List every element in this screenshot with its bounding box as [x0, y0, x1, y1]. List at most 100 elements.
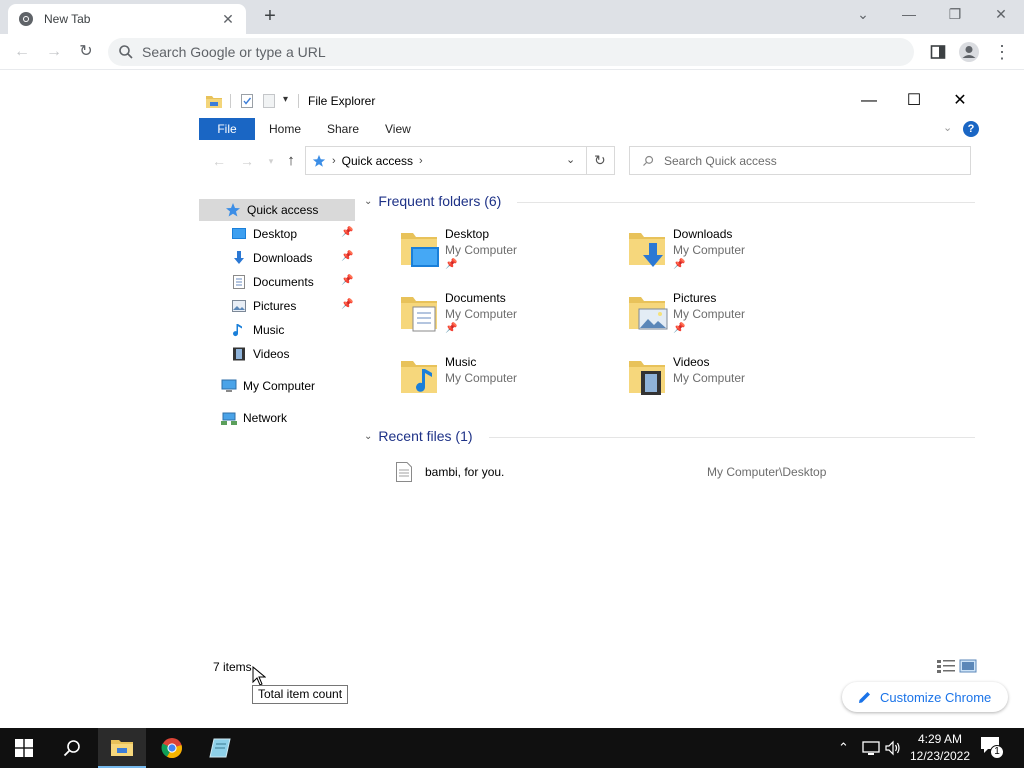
kebab-menu-icon[interactable]: ⋮: [990, 40, 1014, 64]
section-divider: [489, 437, 975, 438]
nav-label: Network: [243, 411, 288, 425]
reload-icon[interactable]: ↻: [74, 40, 98, 64]
show-hidden-icons[interactable]: ⌃: [838, 728, 849, 768]
nav-item-quick-access[interactable]: Quick access: [199, 199, 355, 221]
address-dropdown-icon[interactable]: ⌄: [566, 153, 575, 166]
chevron-up-icon[interactable]: ⌃: [838, 740, 849, 756]
nav-label: Videos: [253, 347, 290, 361]
tab-home[interactable]: Home: [255, 118, 315, 140]
start-button[interactable]: [0, 728, 48, 768]
new-folder-icon[interactable]: [262, 93, 276, 109]
nav-item-downloads[interactable]: Downloads: [231, 247, 351, 269]
tab-search-chevron-icon[interactable]: ⌄: [840, 0, 886, 30]
folder-tile-pictures[interactable]: Pictures My Computer 📌: [627, 291, 847, 343]
recent-locations-chevron-icon[interactable]: ▾: [261, 151, 281, 171]
pin-icon: 📌: [341, 227, 354, 238]
notepad-icon: [209, 738, 231, 758]
nav-item-my-computer[interactable]: My Computer: [221, 375, 351, 397]
tab-share[interactable]: Share: [313, 118, 373, 140]
explorer-maximize-button[interactable]: ☐: [891, 88, 937, 114]
nav-forward-icon[interactable]: →: [237, 151, 257, 171]
address-bar[interactable]: › Quick access › ⌄ ↻: [305, 146, 615, 175]
omnibox-input[interactable]: [142, 44, 842, 60]
explorer-search-box[interactable]: [629, 146, 971, 175]
film-strip-icon: [233, 347, 245, 361]
folder-name: Videos: [673, 355, 710, 369]
new-tab-button[interactable]: +: [258, 6, 282, 28]
forward-arrow-icon[interactable]: →: [42, 40, 66, 64]
taskbar-file-explorer[interactable]: [98, 728, 146, 768]
browser-tab-strip: New Tab ✕ + ⌄ — ❐ ✕: [0, 0, 1024, 34]
browser-toolbar: ← → ↻ ⋮: [0, 34, 1024, 70]
tab-close-icon[interactable]: ✕: [220, 11, 236, 27]
nav-item-desktop[interactable]: Desktop: [231, 223, 351, 245]
restore-button[interactable]: ❐: [932, 0, 978, 30]
volume-icon[interactable]: [885, 740, 901, 756]
system-clock[interactable]: 4:29 AM 12/23/2022: [906, 731, 974, 765]
nav-item-music[interactable]: Music: [231, 319, 351, 341]
folder-tile-downloads[interactable]: Downloads My Computer 📌: [627, 227, 847, 279]
tab-new-tab[interactable]: New Tab ✕: [8, 4, 246, 34]
frequent-folders-header[interactable]: ⌄ Frequent folders (6): [364, 193, 501, 209]
folder-tile-music[interactable]: Music My Computer: [399, 355, 619, 407]
collapse-chevron-icon[interactable]: ⌄: [364, 431, 372, 442]
music-folder-icon: [401, 361, 437, 393]
recent-file-row[interactable]: bambi, for you. My Computer\Desktop: [395, 459, 865, 485]
help-icon[interactable]: ?: [963, 121, 979, 137]
quick-access-toolbar-dropdown-icon[interactable]: ▾: [283, 94, 288, 105]
folder-tile-documents[interactable]: Documents My Computer 📌: [399, 291, 619, 343]
breadcrumb-chevron-icon[interactable]: ›: [419, 155, 423, 167]
omnibox[interactable]: [108, 38, 914, 66]
pin-icon: 📌: [341, 275, 354, 286]
taskbar-notepad[interactable]: [196, 728, 244, 768]
breadcrumb-quick-access[interactable]: Quick access: [342, 154, 413, 168]
pin-icon: 📌: [673, 259, 686, 270]
quick-access-star-icon: [312, 154, 326, 167]
back-arrow-icon[interactable]: ←: [10, 40, 34, 64]
properties-icon[interactable]: [240, 93, 254, 109]
recent-file-name: bambi, for you.: [425, 465, 505, 479]
music-note-icon: [233, 324, 242, 337]
folder-name: Downloads: [673, 227, 733, 241]
folder-tile-videos[interactable]: Videos My Computer: [627, 355, 847, 407]
action-center-button[interactable]: 1: [980, 736, 1006, 760]
nav-item-documents[interactable]: Documents: [231, 271, 351, 293]
pictures-folder-icon: [629, 297, 668, 330]
details-view-icon[interactable]: [937, 659, 955, 673]
recent-files-header[interactable]: ⌄ Recent files (1): [364, 428, 473, 444]
nav-label: Pictures: [253, 299, 297, 313]
folder-location: My Computer: [445, 243, 518, 257]
up-arrow-icon[interactable]: ↑: [281, 151, 301, 171]
side-panel-icon[interactable]: [930, 44, 946, 60]
collapse-chevron-icon[interactable]: ⌄: [364, 196, 372, 207]
network-status-icon[interactable]: [862, 740, 880, 756]
nav-item-pictures[interactable]: Pictures: [231, 295, 351, 317]
tab-title: New Tab: [44, 12, 91, 26]
nav-item-network[interactable]: Network: [221, 407, 351, 429]
download-arrow-icon: [234, 251, 244, 264]
taskbar-search-button[interactable]: [48, 728, 96, 768]
nav-back-icon[interactable]: ←: [209, 151, 229, 171]
profile-avatar-icon[interactable]: [958, 41, 980, 63]
explorer-minimize-button[interactable]: —: [846, 88, 892, 114]
nav-label: My Computer: [243, 379, 316, 393]
ribbon-expand-chevron-icon[interactable]: ⌄: [943, 121, 952, 134]
close-window-button[interactable]: ✕: [978, 0, 1024, 30]
mouse-cursor-icon: [252, 666, 266, 686]
tab-view[interactable]: View: [371, 118, 425, 140]
refresh-icon[interactable]: ↻: [594, 152, 606, 169]
nav-label: Downloads: [253, 251, 313, 265]
pin-icon: 📌: [341, 299, 354, 310]
tab-file[interactable]: File: [199, 118, 255, 140]
search-icon: [643, 155, 654, 166]
folder-tile-desktop[interactable]: Desktop My Computer 📌: [399, 227, 619, 279]
customize-chrome-button[interactable]: Customize Chrome: [842, 682, 1008, 712]
taskbar-chrome[interactable]: [148, 728, 196, 768]
explorer-search-input[interactable]: [664, 153, 944, 168]
navigation-pane: Quick access Desktop 📌 Downloads 📌 Docum…: [199, 199, 355, 459]
explorer-close-button[interactable]: ✕: [937, 88, 983, 114]
minimize-button[interactable]: —: [886, 0, 932, 30]
large-icons-view-icon[interactable]: [959, 659, 977, 673]
nav-item-videos[interactable]: Videos: [231, 343, 351, 365]
folder-location: My Computer: [445, 371, 518, 385]
